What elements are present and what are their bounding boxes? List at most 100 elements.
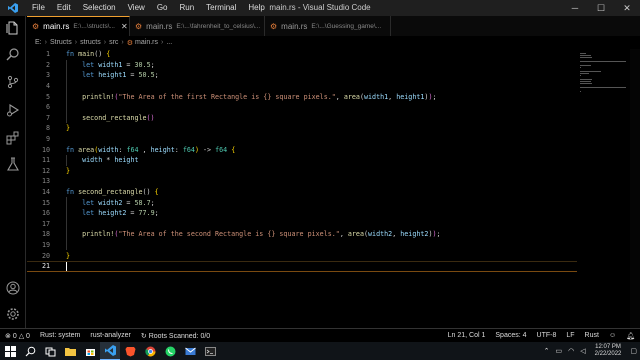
chevron-up-icon[interactable]: ⌃ [544,347,550,355]
code-token: = [126,209,139,218]
code-line[interactable]: 13 [27,176,577,187]
notifications-bell-icon[interactable]: 🔔︎ [621,332,640,340]
code-line[interactable]: 16 let height2 = 77.9; [27,208,577,219]
settings-gear-icon[interactable] [5,306,21,322]
code-token: ; [150,60,155,69]
rust-analyzer-status[interactable]: rust-analyzer [85,332,135,339]
breadcrumb-structs[interactable]: structs [80,39,101,46]
code-line[interactable]: 1 fn main() { [27,49,577,60]
close-window-button[interactable]: ✕ [614,0,640,16]
vertical-scrollbar[interactable] [630,49,640,328]
roots-scanned-status[interactable]: ↻ Roots Scanned: 0/0 [136,332,215,340]
feedback-icon[interactable]: ☺ [604,332,621,340]
minimap-line [580,83,592,84]
code-line[interactable]: 21 [27,261,577,272]
minimize-button[interactable]: ─ [562,0,588,16]
maximize-button[interactable]: ☐ [588,0,614,16]
indentation-status[interactable]: Spaces: 4 [490,332,531,340]
menu-selection[interactable]: Selection [77,0,122,16]
whatsapp-icon[interactable] [160,342,180,360]
window-controls: ─ ☐ ✕ [562,0,640,16]
encoding-status[interactable]: UTF-8 [532,332,562,340]
menu-view[interactable]: View [122,0,151,16]
code-token: 50.5 [138,71,155,80]
testing-icon[interactable] [5,156,21,172]
close-icon[interactable]: ✕ [121,22,128,31]
code-line[interactable]: 6 [27,102,577,113]
mail-icon[interactable] [180,342,200,360]
search-icon[interactable] [20,342,40,360]
code-token: { [154,188,159,197]
minimap-line [580,91,581,92]
breadcrumb-more[interactable]: ... [166,39,172,46]
volume-icon[interactable]: ◁ [580,347,585,355]
code-line[interactable]: 15 let width2 = 58.7; [27,197,577,208]
menu-edit[interactable]: Edit [51,0,77,16]
breadcrumb-src[interactable]: src [109,39,118,46]
vscode-icon[interactable] [100,342,120,360]
code-line[interactable]: 5 println!("The Area of the first Rectan… [27,91,577,102]
files-icon[interactable] [5,20,21,36]
clock[interactable]: 12:07 PM 2/22/2022 [595,344,622,358]
tab-label: main.rs [43,22,70,31]
code-line[interactable]: 20} [27,250,577,261]
store-icon[interactable] [80,342,100,360]
code-token: 58.7 [134,198,151,207]
task-view-icon[interactable] [40,342,60,360]
menu-run[interactable]: Run [173,0,200,16]
brave-browser-icon[interactable] [120,342,140,360]
windows-start-icon[interactable] [0,342,20,360]
breadcrumb-structs-folder[interactable]: Structs [50,39,72,46]
tab-main-rs-structs[interactable]: ⚙ main.rs E:\...\structs\... ✕ [27,16,130,36]
code-line[interactable]: 3 let height1 = 50.5; [27,70,577,81]
menu-go[interactable]: Go [151,0,174,16]
code-line[interactable]: 19 [27,240,577,251]
wifi-icon[interactable]: ◠ [568,347,574,355]
vscode-logo-icon[interactable] [0,0,26,16]
tab-main-rs-fahrenheit[interactable]: ⚙ main.rs E:\...\fahrenheit_to_celsius\.… [130,16,265,36]
code-token: fn [66,188,79,197]
account-icon[interactable] [5,280,21,296]
breadcrumb-file[interactable]: main.rs [135,39,158,46]
extensions-icon[interactable] [5,130,21,146]
line-number: 10 [41,145,50,154]
breadcrumb-drive[interactable]: E: [35,39,42,46]
minimap[interactable] [577,49,630,328]
notification-center-icon[interactable]: ▢ [630,347,637,355]
menu-file[interactable]: File [26,0,51,16]
code-line[interactable]: 14 fn second_rectangle() { [27,187,577,198]
code-token: f64 [182,145,195,154]
terminal-icon[interactable] [200,342,220,360]
code-line[interactable]: 7 second_rectangle() [27,113,577,124]
code-line[interactable]: 10 fn area(width: f64 , height: f64) -> f… [27,144,577,155]
minimap-line [580,73,589,74]
code-line[interactable]: 18 println!("The Area of the second Rect… [27,229,577,240]
file-explorer-icon[interactable] [60,342,80,360]
problems-indicator[interactable]: ⊗ 0 △ 0 [0,332,35,340]
code-line[interactable]: 8} [27,123,577,134]
language-mode-status[interactable]: Rust [580,332,604,340]
chrome-icon[interactable] [140,342,160,360]
chevron-right-icon: › [44,39,47,46]
rust-toolchain-status[interactable]: Rust: system [35,332,85,339]
code-line[interactable]: 4 [27,81,577,92]
code-text: let width2 = 58.7; [66,199,155,207]
code-line[interactable]: 2 let width1 = 30.5; [27,60,577,71]
menu-terminal[interactable]: Terminal [200,0,242,16]
code-line[interactable]: 11 width * height [27,155,577,166]
line-ending-status[interactable]: LF [561,332,579,340]
source-control-icon[interactable] [5,74,21,90]
code-token: main [78,50,95,59]
code-line[interactable]: 17 [27,219,577,230]
cursor-position[interactable]: Ln 21, Col 1 [443,332,491,340]
code-line[interactable]: 12} [27,166,577,177]
search-icon[interactable] [5,46,21,62]
tab-main-rs-guessing-game[interactable]: ⚙ main.rs E:\...\Guessing_game\... [265,16,391,36]
code-editor[interactable]: 1 fn main() {2 let width1 = 30.5; 3 let he… [27,49,577,328]
battery-icon[interactable]: ▭ [556,347,563,355]
code-token: let [66,71,99,80]
code-text: println!("The Area of the first Rectangl… [66,93,436,101]
run-debug-icon[interactable] [5,102,21,118]
menu-help[interactable]: Help [242,0,270,16]
code-line[interactable]: 9 [27,134,577,145]
